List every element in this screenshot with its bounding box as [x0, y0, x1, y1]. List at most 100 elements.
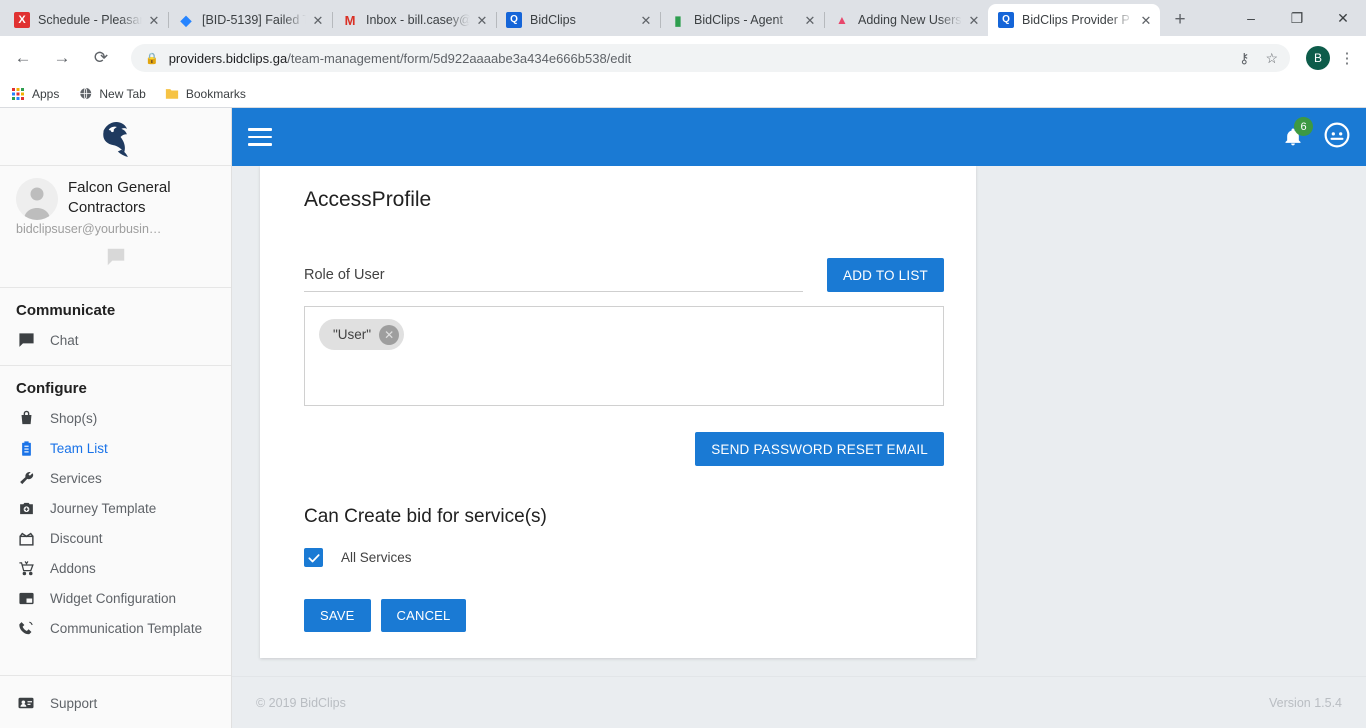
sidebar-item-team-list[interactable]: Team List: [0, 433, 231, 463]
footer-version: Version 1.5.4: [1269, 695, 1342, 710]
clipboard-icon: [16, 438, 36, 458]
close-circle-icon[interactable]: ✕: [379, 324, 400, 345]
address-bar[interactable]: 🔒 providers.bidclips.ga/team-management/…: [131, 44, 1290, 72]
all-services-row[interactable]: All Services: [304, 548, 944, 567]
page-viewport: Falcon General Contractors bidclipsuser@…: [0, 108, 1366, 728]
app-content: 6 AccessProfile Role of User ADD TO LIST…: [232, 108, 1366, 728]
xactimate-icon: X: [14, 12, 30, 28]
sidebar-item-label: Chat: [50, 332, 79, 348]
cart-icon: [16, 558, 36, 578]
tab-close-icon[interactable]: ✕: [966, 12, 982, 28]
role-chip[interactable]: "User" ✕: [319, 319, 405, 350]
sidebar-item-addons[interactable]: Addons: [0, 553, 231, 583]
bookmark-apps[interactable]: Apps: [10, 86, 59, 102]
all-services-checkbox[interactable]: [304, 548, 323, 567]
role-of-user-row: Role of User ADD TO LIST: [304, 258, 944, 292]
sidebar-item-label: Journey Template: [50, 500, 157, 516]
phone-ring-icon: [16, 618, 36, 638]
role-of-user-input[interactable]: [304, 291, 804, 292]
sidebar-item-widget-configuration[interactable]: Widget Configuration: [0, 583, 231, 613]
widget-icon: [16, 588, 36, 608]
sidebar-item-services[interactable]: Services: [0, 463, 231, 493]
sidebar-item-shops[interactable]: Shop(s): [0, 403, 231, 433]
sidebar-item-chat[interactable]: Chat: [0, 325, 231, 355]
browser-tab[interactable]: ▲ Adding New Users ✕: [824, 4, 988, 36]
tab-close-icon[interactable]: ✕: [310, 12, 326, 28]
tab-strip: X Schedule - Pleasan ✕ ◆ [BID-5139] Fail…: [0, 0, 1366, 36]
sidebar-item-communication-template[interactable]: Communication Template: [0, 613, 231, 643]
tab-title: [BID-5139] Failed T: [202, 13, 306, 27]
bidclips-icon: Q: [506, 12, 522, 28]
tab-title: Schedule - Pleasan: [38, 13, 142, 27]
bookmark-label: Apps: [32, 86, 60, 101]
password-key-icon[interactable]: ⚷: [1239, 50, 1249, 67]
folder-icon: [164, 86, 180, 102]
browser-tab[interactable]: ▮ BidClips - Agent ✕: [660, 4, 824, 36]
tab-close-icon[interactable]: ✕: [802, 12, 818, 28]
bookmark-new-tab[interactable]: New Tab: [77, 86, 146, 102]
shop-basket-icon: [16, 408, 36, 428]
confluence-icon: ▲: [836, 13, 848, 27]
tab-title: Inbox - bill.casey@: [366, 13, 470, 27]
tab-title: BidClips: [530, 13, 576, 27]
sidebar-item-journey-template[interactable]: Journey Template: [0, 493, 231, 523]
window-controls: – ❐ ✕: [1228, 0, 1366, 36]
tab-close-icon[interactable]: ✕: [638, 12, 654, 28]
url-path: /team-management/form/5d922aaaabe3a434e6…: [287, 50, 632, 66]
role-chip-list[interactable]: "User" ✕: [304, 306, 944, 406]
tab-close-icon[interactable]: ✕: [146, 12, 162, 28]
new-tab-button[interactable]: +: [1166, 6, 1194, 34]
jira-icon: ◆: [180, 12, 192, 28]
maximize-icon[interactable]: ❐: [1274, 0, 1320, 36]
close-window-icon[interactable]: ✕: [1320, 0, 1366, 36]
bid-services-heading: Can Create bid for service(s): [304, 506, 547, 527]
bookmark-star-icon[interactable]: ☆: [1265, 50, 1278, 67]
browser-tab[interactable]: M Inbox - bill.casey@ ✕: [332, 4, 496, 36]
send-password-reset-email-button[interactable]: SEND PASSWORD RESET EMAIL: [695, 432, 944, 466]
page-title: AccessProfile: [304, 188, 432, 211]
profile-avatar[interactable]: B: [1306, 46, 1330, 70]
add-to-list-button[interactable]: ADD TO LIST: [827, 258, 944, 292]
save-button[interactable]: SAVE: [304, 599, 371, 632]
chat-bubble-icon[interactable]: [105, 246, 127, 273]
globe-icon: [77, 86, 93, 102]
browser-toolbar: ← → ⟳ 🔒 providers.bidclips.ga/team-manag…: [0, 36, 1366, 80]
back-icon[interactable]: ←: [8, 43, 38, 73]
brand-logo[interactable]: [0, 108, 231, 166]
browser-window: X Schedule - Pleasan ✕ ◆ [BID-5139] Fail…: [0, 0, 1366, 728]
lock-icon: 🔒: [145, 52, 159, 65]
account-email: bidclipsuser@yourbusin…: [16, 222, 162, 236]
chat-icon: [16, 330, 36, 350]
account-panel: Falcon General Contractors bidclipsuser@…: [0, 166, 231, 288]
browser-tab[interactable]: Q BidClips ✕: [496, 4, 660, 36]
reload-icon[interactable]: ⟳: [86, 43, 116, 73]
account-circle-icon[interactable]: [1324, 122, 1350, 153]
browser-tab-active[interactable]: Q BidClips Provider P ✕: [988, 4, 1160, 36]
sidebar-item-discount[interactable]: Discount: [0, 523, 231, 553]
content-scroll-area[interactable]: AccessProfile Role of User ADD TO LIST "…: [232, 166, 1366, 728]
role-of-user-label: Role of User: [304, 267, 385, 283]
bookmark-label: New Tab: [99, 86, 146, 101]
browser-tab[interactable]: X Schedule - Pleasan ✕: [4, 4, 168, 36]
app-sidebar: Falcon General Contractors bidclipsuser@…: [0, 108, 232, 728]
tab-close-icon[interactable]: ✕: [474, 12, 490, 28]
forward-icon[interactable]: →: [47, 43, 77, 73]
notifications-button[interactable]: 6: [1280, 117, 1313, 151]
sidebar-item-label: Widget Configuration: [50, 590, 177, 606]
app-footer: © 2019 BidClips Version 1.5.4: [232, 676, 1366, 728]
tab-close-icon[interactable]: ✕: [1138, 12, 1154, 28]
hamburger-icon[interactable]: [248, 128, 272, 146]
gmail-icon: M: [344, 12, 356, 28]
minimize-icon[interactable]: –: [1228, 0, 1274, 36]
url-host: providers.bidclips.ga: [168, 50, 288, 66]
footer-copyright: © 2019 BidClips: [256, 695, 346, 710]
nav-section-configure: Configure Shop(s) Team List Services Jou…: [0, 365, 231, 653]
cancel-button[interactable]: CANCEL: [380, 599, 467, 632]
avatar: [16, 178, 58, 220]
sidebar-item-support[interactable]: Support: [0, 688, 231, 718]
sidebar-item-label: Communication Template: [50, 620, 203, 636]
bookmark-folder[interactable]: Bookmarks: [164, 86, 246, 102]
apps-grid-icon: [10, 86, 26, 102]
chrome-menu-icon[interactable]: ⋮: [1336, 49, 1358, 67]
browser-tab[interactable]: ◆ [BID-5139] Failed T ✕: [168, 4, 332, 36]
